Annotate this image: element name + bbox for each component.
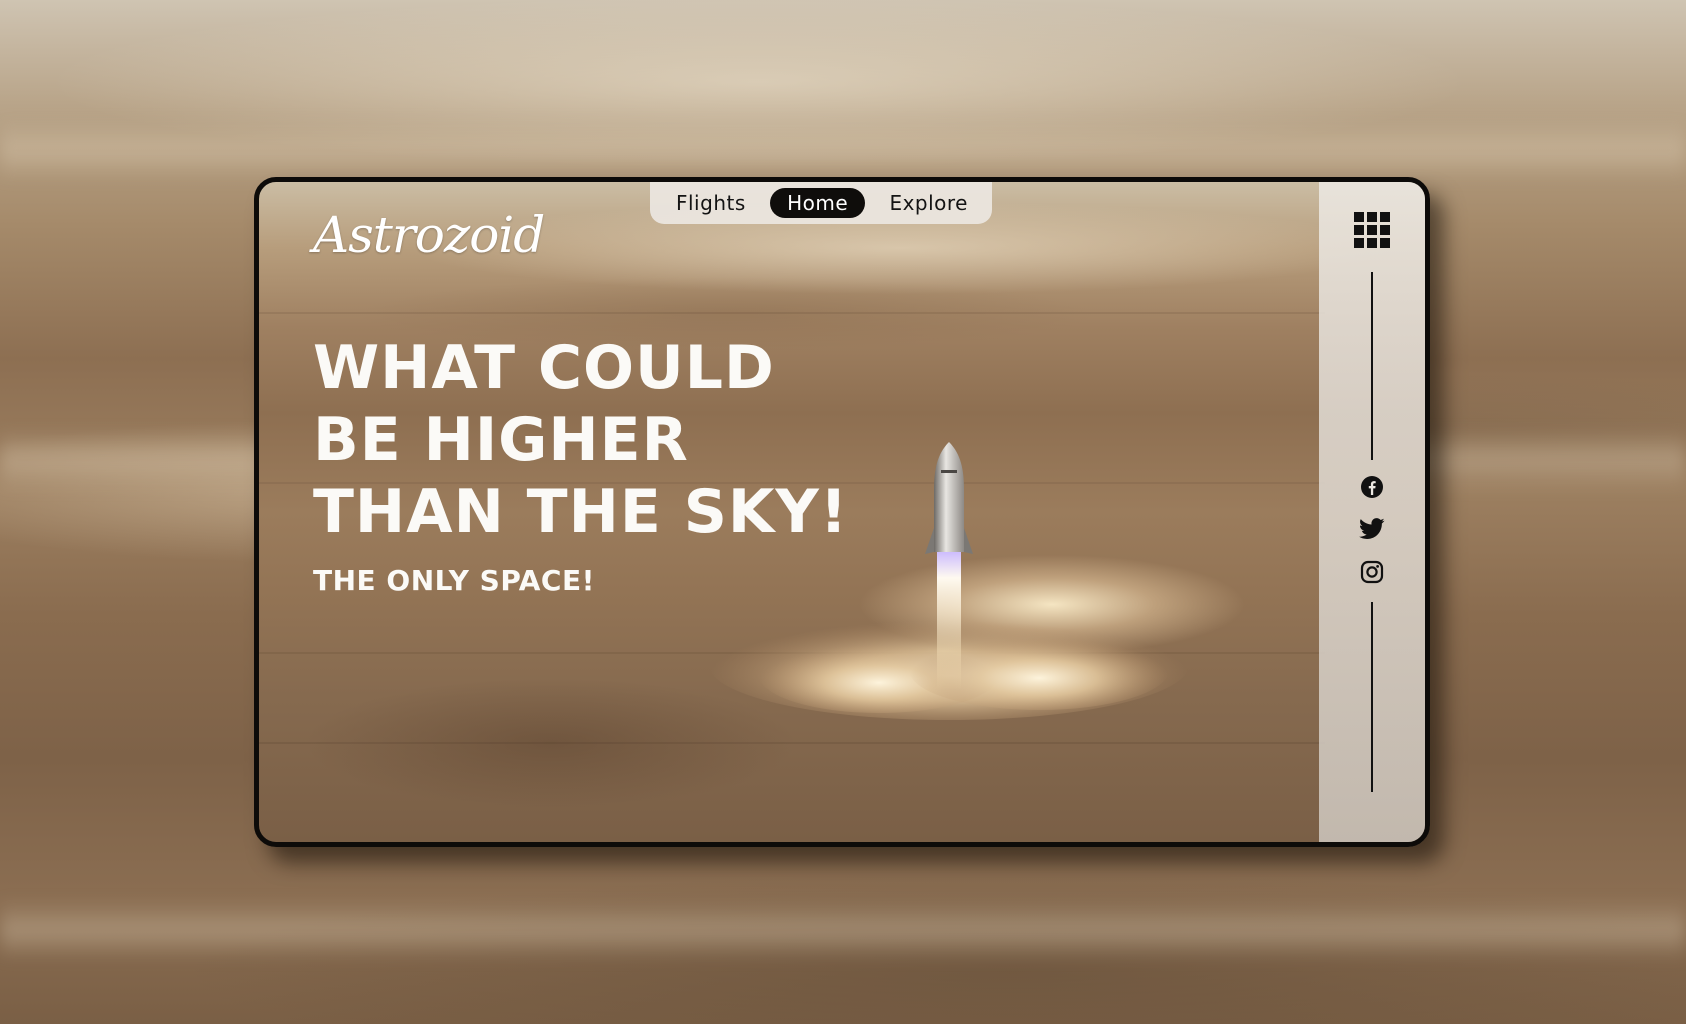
nav-home[interactable]: Home: [770, 188, 866, 218]
instagram-icon[interactable]: [1359, 559, 1385, 585]
hero-card: Astrozoid Flights Home Explore WHAT COUL…: [254, 177, 1430, 847]
rail-divider-top: [1371, 272, 1373, 460]
brand-logo[interactable]: Astrozoid: [313, 206, 545, 264]
sidebar-rail: [1319, 182, 1425, 842]
grid-menu-icon[interactable]: [1354, 212, 1390, 248]
nav-flights[interactable]: Flights: [662, 187, 760, 219]
nav-explore[interactable]: Explore: [875, 187, 982, 219]
headline-line-2: BE HIGHER: [313, 405, 689, 475]
top-nav: Flights Home Explore: [650, 182, 992, 224]
hero-headline: WHAT COULD BE HIGHER THAN THE SKY!: [313, 332, 848, 548]
twitter-icon[interactable]: [1359, 516, 1385, 542]
headline-line-1: WHAT COULD: [313, 333, 775, 403]
hero-subheadline: THE ONLY SPACE!: [313, 564, 595, 597]
facebook-icon[interactable]: [1359, 474, 1385, 500]
rail-divider-bottom: [1371, 602, 1373, 792]
headline-line-3: THAN THE SKY!: [313, 477, 849, 547]
